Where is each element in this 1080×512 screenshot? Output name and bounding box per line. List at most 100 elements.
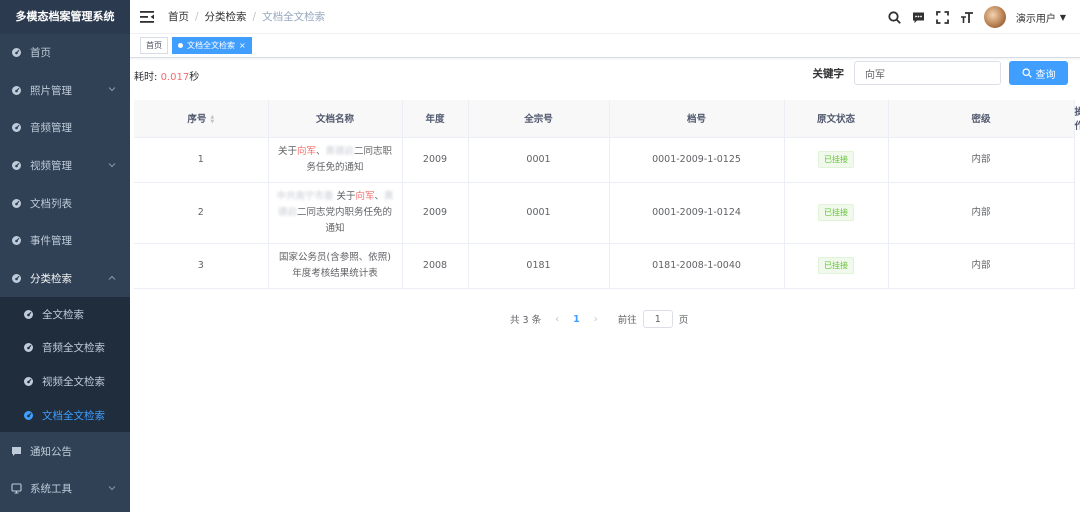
hamburger-icon[interactable] <box>140 10 154 24</box>
row-archive-number: 0181-2008-1-0040 <box>652 259 741 271</box>
column-header: 密级 <box>888 100 1075 138</box>
chevron-up-icon <box>108 273 116 283</box>
sidebar-item[interactable]: 通知公告 <box>0 432 130 470</box>
chevron-left-icon[interactable]: ‹ <box>555 314 559 325</box>
pagination-total: 共 3 条 <box>510 315 542 326</box>
table-cell: 已挂接 <box>784 182 889 244</box>
breadcrumb-item-category[interactable]: 分类检索 <box>205 9 247 24</box>
sidebar-item[interactable]: 视频管理 <box>0 147 130 185</box>
document-name-text: 关于 <box>277 145 297 157</box>
elapsed-label: 耗时: <box>134 72 158 83</box>
sidebar-item[interactable]: 首页 <box>0 34 130 72</box>
sidebar-item-label: 分类检索 <box>30 272 72 285</box>
table-cell: 内部 <box>888 182 1075 244</box>
sidebar-item[interactable]: 音频管理 <box>0 109 130 147</box>
sidebar-item[interactable]: 分类检索 <box>0 260 130 298</box>
sidebar-item-label: 音频管理 <box>30 122 72 135</box>
font-size-icon[interactable] <box>960 10 974 24</box>
table-cell: 1 <box>134 137 269 183</box>
sidebar-subitem[interactable]: 音频全文检索 <box>0 331 130 365</box>
dashboard-icon <box>10 235 22 247</box>
navbar-tools: 演示用户 ▼ <box>888 0 1066 34</box>
sidebar-item[interactable]: 文档列表 <box>0 184 130 222</box>
document-name-text: 关于 <box>333 190 356 202</box>
sidebar-subitem-label: 视频全文检索 <box>42 376 105 389</box>
search-button[interactable]: 查询 <box>1009 61 1068 85</box>
tags-view: 首页 文档全文检索 × <box>130 34 1080 58</box>
search-icon[interactable] <box>888 10 902 24</box>
sidebar-item[interactable]: 事件管理 <box>0 222 130 260</box>
search-button-label: 查询 <box>1035 69 1056 81</box>
chevron-down-icon <box>108 85 116 95</box>
results-table: 序号 ▲ ▼ 文档名称 年度 全宗号 档号 原文状态 密级 操作 1 关于向军、黄德启二同志职务任免… <box>134 100 1080 289</box>
row-index: 2 <box>197 206 204 218</box>
row-fonds-number: 0181 <box>526 259 551 271</box>
search-input[interactable] <box>854 61 1001 85</box>
table-cell: 2009 <box>402 137 469 183</box>
row-secret-level: 内部 <box>971 153 991 165</box>
sidebar-item-label: 系统工具 <box>30 483 72 496</box>
keyword-highlight: 向军 <box>296 145 316 157</box>
tag-home[interactable]: 首页 <box>140 37 168 54</box>
sidebar-subitem-label: 全文检索 <box>42 308 84 321</box>
tag-active[interactable]: 文档全文检索 × <box>172 37 252 54</box>
status-badge: 已挂接 <box>818 204 854 221</box>
table-cell: 0001-2009-1-0125 <box>609 137 785 183</box>
pagination: 共 3 条 ‹ 1 › 前往 页 <box>510 310 688 328</box>
dashboard-icon <box>22 409 34 421</box>
document-name-text: 二同志党内职务任免的通知 <box>297 206 393 234</box>
sidebar-item-label: 照片管理 <box>30 84 72 97</box>
dashboard-icon <box>10 47 22 59</box>
table-cell: 2008 <box>402 243 469 289</box>
sidebar-item-label: 文档列表 <box>30 197 72 210</box>
status-badge: 已挂接 <box>818 257 854 274</box>
row-index: 1 <box>197 153 204 165</box>
active-dot-icon <box>178 43 183 48</box>
column-header: 档号 <box>609 100 785 138</box>
chevron-down-icon <box>108 484 116 494</box>
table-cell: 内部 <box>888 137 1075 183</box>
column-header[interactable]: 序号 ▲ ▼ <box>134 100 269 138</box>
table-cell: 0001 <box>468 182 610 244</box>
breadcrumb-item-home[interactable]: 首页 <box>168 9 189 24</box>
table-row: 1 关于向军、黄德启二同志职务任免的通知 2009 0001 0001-2009-1-0… <box>134 137 1075 183</box>
close-icon[interactable]: × <box>239 38 246 53</box>
document-name-text: 、 <box>315 145 326 157</box>
username[interactable]: 演示用户 <box>1016 10 1056 25</box>
breadcrumb: 首页 / 分类检索 / 文档全文检索 <box>168 9 325 24</box>
row-secret-level: 内部 <box>971 206 991 218</box>
sidebar-subitem[interactable]: 视频全文检索 <box>0 365 130 399</box>
column-header-label: 年度 <box>425 114 445 126</box>
column-header-label: 原文状态 <box>816 114 855 126</box>
row-year: 2008 <box>422 259 448 271</box>
chevron-down-icon <box>108 161 116 171</box>
sidebar-subitem[interactable]: 文档全文检索 <box>0 399 130 433</box>
chevron-down-icon[interactable]: ▼ <box>1060 13 1066 22</box>
row-archive-number: 0001-2009-1-0125 <box>652 153 741 165</box>
navbar: 首页 / 分类检索 / 文档全文检索 演示用户 ▼ <box>130 0 1080 34</box>
sidebar-item[interactable]: 照片管理 <box>0 72 130 110</box>
breadcrumb-separator: / <box>195 10 199 23</box>
message-icon[interactable] <box>912 10 926 24</box>
keyword-highlight: 向军 <box>355 190 375 202</box>
dashboard-icon <box>10 272 22 284</box>
sidebar-item-label: 事件管理 <box>30 235 72 248</box>
fullscreen-icon[interactable] <box>936 10 950 24</box>
pagination-goto-input[interactable] <box>642 310 673 328</box>
pagination-page[interactable]: 1 <box>573 314 580 325</box>
column-header: 年度 <box>402 100 469 138</box>
table-cell: 中共南宁市委 关于向军、黄德启二同志党内职务任免的通知 <box>268 182 403 244</box>
column-header-label: 密级 <box>971 114 991 126</box>
app-title: 多模态档案管理系统 <box>0 0 130 34</box>
row-year: 2009 <box>422 206 448 218</box>
dashboard-icon <box>22 308 34 320</box>
table-row: 3 国家公务员(含参照、依照)年度考核结果统计表 2008 0181 0181-2008… <box>134 243 1075 289</box>
sidebar-subitem[interactable]: 全文检索 <box>0 297 130 331</box>
chevron-right-icon[interactable]: › <box>594 314 598 325</box>
elapsed-value: 0.017 <box>160 72 190 83</box>
avatar[interactable] <box>983 6 1006 28</box>
sort-icon[interactable]: ▲ ▼ <box>210 114 214 125</box>
dashboard-icon <box>22 342 34 354</box>
row-year: 2009 <box>422 153 448 165</box>
sidebar-item[interactable]: 系统工具 <box>0 470 130 508</box>
